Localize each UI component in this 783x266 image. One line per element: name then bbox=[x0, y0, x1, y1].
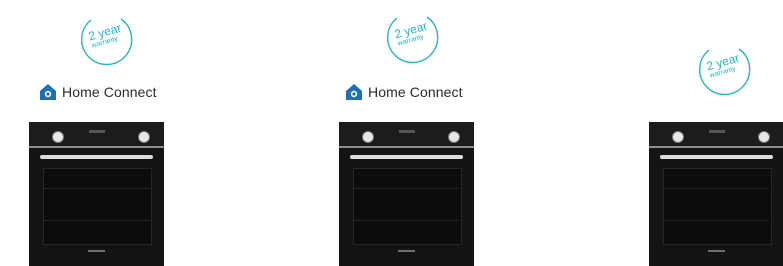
oven-handle bbox=[350, 155, 463, 159]
oven-door-window bbox=[43, 168, 152, 245]
oven-rack bbox=[44, 220, 149, 221]
oven-right-knob-icon bbox=[138, 131, 150, 143]
oven-left-knob-icon bbox=[362, 131, 374, 143]
home-connect-logo: Home Connect bbox=[345, 82, 463, 102]
oven-display bbox=[399, 130, 415, 133]
oven-rack bbox=[664, 220, 769, 221]
home-connect-label: Home Connect bbox=[62, 84, 157, 100]
oven-rack bbox=[44, 188, 149, 189]
warranty-badge: 2 year warranty bbox=[695, 41, 751, 97]
oven-image[interactable] bbox=[29, 122, 164, 266]
oven-image[interactable] bbox=[649, 122, 783, 266]
warranty-badge: 2 year warranty bbox=[77, 11, 133, 67]
oven-trim bbox=[339, 146, 474, 148]
product-card[interactable]: 2 year warranty bbox=[600, 0, 783, 266]
oven-display bbox=[709, 130, 725, 133]
oven-rack bbox=[664, 188, 769, 189]
oven-handle bbox=[40, 155, 153, 159]
oven-handle bbox=[660, 155, 773, 159]
oven-rack bbox=[354, 220, 459, 221]
home-connect-icon bbox=[345, 83, 363, 101]
oven-trim bbox=[29, 146, 164, 148]
oven-right-knob-icon bbox=[448, 131, 460, 143]
oven-brand-plate bbox=[88, 250, 105, 252]
product-card[interactable]: 2 year warranty Home Connect bbox=[0, 0, 200, 266]
product-card[interactable]: 2 year warranty Home Connect bbox=[300, 0, 500, 266]
home-connect-logo: Home Connect bbox=[39, 82, 157, 102]
oven-rack bbox=[354, 188, 459, 189]
oven-left-knob-icon bbox=[672, 131, 684, 143]
home-connect-icon bbox=[39, 83, 57, 101]
oven-left-knob-icon bbox=[52, 131, 64, 143]
oven-door-window bbox=[353, 168, 462, 245]
oven-brand-plate bbox=[398, 250, 415, 252]
home-connect-label: Home Connect bbox=[368, 84, 463, 100]
oven-brand-plate bbox=[708, 250, 725, 252]
oven-trim bbox=[649, 146, 783, 148]
oven-right-knob-icon bbox=[758, 131, 770, 143]
oven-display bbox=[89, 130, 105, 133]
oven-image[interactable] bbox=[339, 122, 474, 266]
oven-door-window bbox=[663, 168, 772, 245]
warranty-badge: 2 year warranty bbox=[383, 9, 439, 65]
